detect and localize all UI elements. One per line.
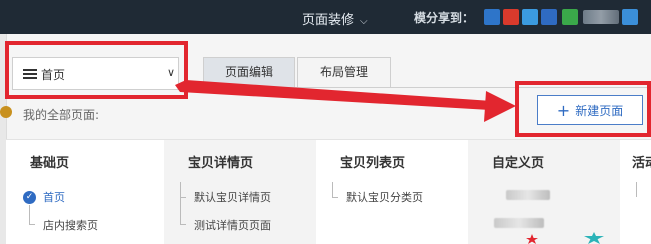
annotation-box-new-page [515,81,651,137]
top-navigation-bar: 页面装修 ⌵ 模分享到： [0,0,651,34]
tree-line [332,182,333,197]
category-custom: 自定义页 [468,140,620,244]
category-basic: 基础页 ✓ 首页 店内搜索页 [6,140,164,244]
red-star-icon [526,234,538,244]
tree-line [180,182,181,224]
tree-tick [180,197,186,198]
annotation-box-dropdown [5,41,188,99]
tab-layout-management[interactable]: 布局管理 [297,57,391,87]
page-item-default-category[interactable]: 默认宝贝分类页 [346,189,423,205]
tree-line [636,182,637,197]
category-activity: 活动 [620,140,651,244]
teal-star-icon [584,232,604,244]
wechat-share-icon[interactable] [562,9,578,25]
category-title: 基础页 [30,156,70,171]
decorative-stickers [526,232,604,244]
category-item-detail: 宝贝详情页 默认宝贝详情页 测试详情页页面 [164,140,316,244]
tree-tick [29,224,35,225]
page-item-test-detail[interactable]: 测试详情页页面 [194,217,271,233]
category-title: 活动 [632,156,651,171]
tencent-weibo-share-icon[interactable] [522,9,538,25]
blurred-page-item [506,190,550,200]
page-decoration-label: 页面装修 [302,13,355,28]
my-pages-heading: 我的全部页面: [23,108,100,122]
chevron-down-icon: ⌵ [360,16,368,27]
more-share-icon[interactable] [622,9,638,25]
category-title: 自定义页 [492,156,545,171]
renren-share-icon[interactable] [541,9,557,25]
qzone-share-icon[interactable] [484,9,500,25]
page-item-default-detail[interactable]: 默认宝贝详情页 [194,189,271,205]
category-title: 宝贝列表页 [340,156,406,171]
page-categories: 基础页 ✓ 首页 店内搜索页 宝贝详情页 默认宝贝详情页 测试详情页页面 宝贝列… [6,139,651,244]
tree-tick [180,224,186,225]
check-icon: ✓ [23,191,36,204]
side-indicator [0,106,12,118]
tree-line [29,205,30,224]
category-item-list: 宝贝列表页 默认宝贝分类页 [316,140,468,244]
tab-page-edit[interactable]: 页面编辑 [203,57,295,87]
page-item-store-search[interactable]: 店内搜索页 [43,217,98,233]
tree-tick [332,197,338,198]
share-label: 模分享到： [414,11,475,25]
weibo-share-icon[interactable] [503,9,519,25]
page-decoration-menu[interactable]: 页面装修 ⌵ [302,9,368,28]
blurred-share-icons [583,10,619,24]
page-item-home[interactable]: 首页 [43,189,65,205]
category-title: 宝贝详情页 [188,156,254,171]
